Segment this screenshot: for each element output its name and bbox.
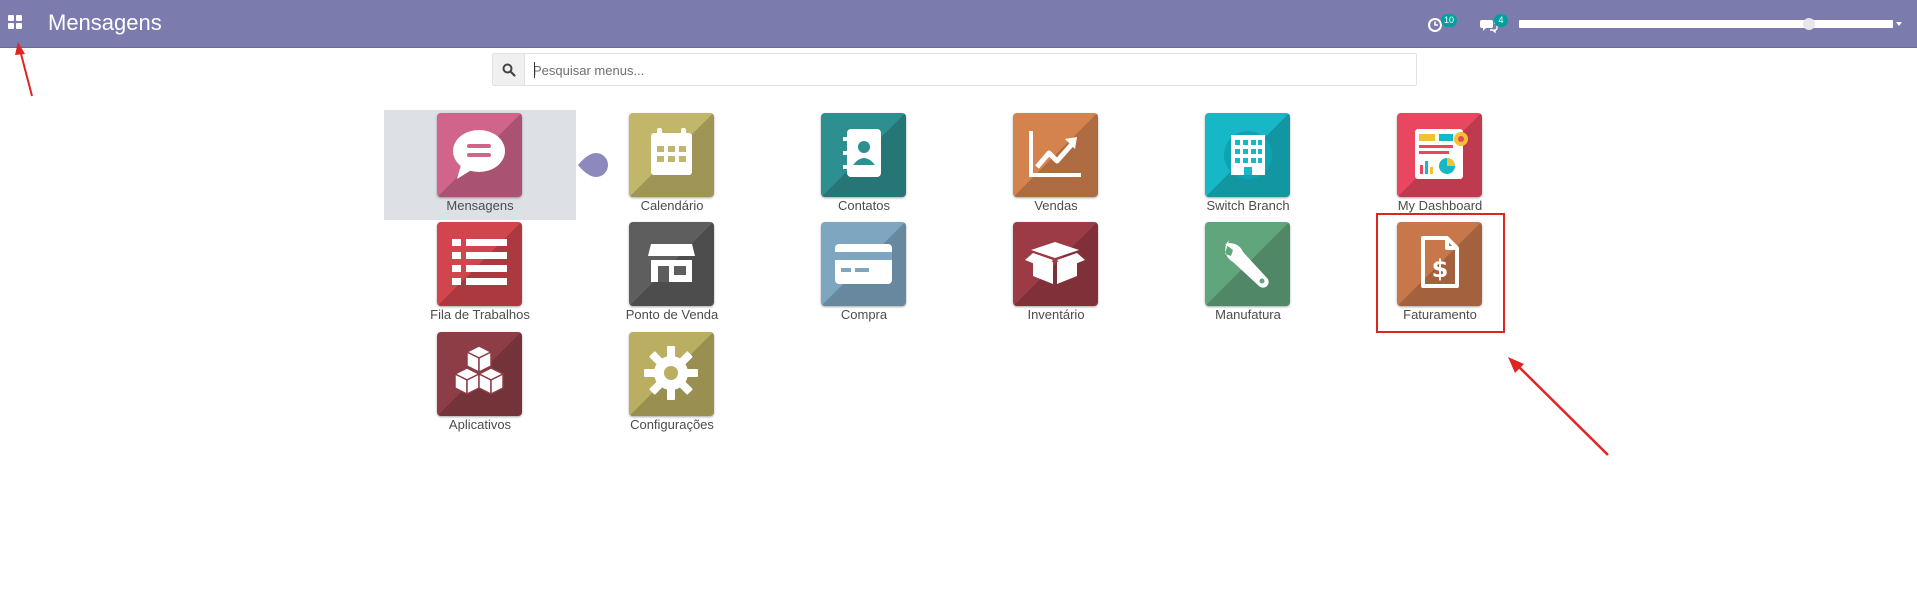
app-vendas[interactable]: Vendas: [960, 110, 1152, 220]
app-aplicativos[interactable]: Aplicativos: [384, 329, 576, 439]
list-icon: [452, 239, 507, 285]
home-menu-page: Mensagens 10 4 Pesquisar menus... Mensag…: [0, 0, 1917, 614]
app-switch-branch[interactable]: Switch Branch: [1152, 110, 1344, 220]
building-icon: [1224, 131, 1272, 179]
user-name-redacted-bar: [1519, 20, 1893, 28]
app-label: Inventário: [1027, 307, 1085, 322]
app-label: Configurações: [630, 417, 714, 432]
app-tile: [1205, 113, 1290, 197]
app-label: Compra: [840, 307, 888, 322]
user-avatar: [1803, 18, 1815, 30]
annotation-highlight-box: [1376, 213, 1505, 333]
app-mensagens[interactable]: Mensagens: [384, 110, 576, 220]
page-title: Mensagens: [48, 10, 162, 35]
app-fila-de-trabalhos[interactable]: Fila de Trabalhos: [384, 219, 576, 329]
app-tile: [437, 113, 522, 197]
activity-count-badge: 10: [1441, 14, 1458, 27]
app-inventario[interactable]: Inventário: [960, 219, 1152, 329]
app-manufatura[interactable]: Manufatura: [1152, 219, 1344, 329]
dashboard-icon: [1415, 129, 1468, 179]
activity-button[interactable]: 10: [1427, 14, 1463, 34]
app-tile: [1397, 113, 1482, 197]
search-icon: [502, 63, 516, 77]
app-calendario[interactable]: Calendário: [576, 110, 768, 220]
search-menus-box: [492, 53, 1417, 86]
app-tile: [437, 222, 522, 306]
store-icon: [648, 244, 695, 282]
app-label: Vendas: [1034, 198, 1078, 213]
chart-trend-icon: [1029, 131, 1081, 177]
credit-card-icon: [835, 244, 892, 284]
app-tile: [437, 332, 522, 416]
address-book-icon: [843, 129, 881, 177]
annotation-arrow-faturamento: [1508, 357, 1609, 456]
apps-grid-icon[interactable]: [8, 15, 26, 33]
app-tile: [1205, 222, 1290, 306]
annotation-arrow-apps: [15, 42, 33, 97]
search-button[interactable]: [493, 54, 525, 85]
app-contatos[interactable]: Contatos: [768, 110, 960, 220]
top-navbar: Mensagens 10 4: [0, 0, 1917, 48]
search-input[interactable]: [533, 60, 1393, 80]
gear-icon: [644, 346, 698, 400]
app-label: Manufatura: [1215, 307, 1281, 322]
app-label: Mensagens: [446, 198, 514, 213]
app-tile: [629, 222, 714, 306]
app-tile: [1013, 222, 1098, 306]
box-icon: [1025, 242, 1085, 284]
caret-down-icon: [1896, 22, 1902, 26]
app-label: My Dashboard: [1397, 198, 1483, 213]
user-menu-dropdown[interactable]: [1519, 17, 1904, 31]
app-label: Calendário: [640, 198, 704, 213]
app-label: Contatos: [837, 198, 891, 213]
app-tile: [821, 222, 906, 306]
wrench-icon: [1225, 240, 1269, 288]
cubes-icon: [453, 345, 505, 396]
app-label: Switch Branch: [1206, 198, 1290, 213]
app-tile: [629, 113, 714, 197]
calendar-icon: [651, 128, 692, 175]
app-tile: [1013, 113, 1098, 197]
text-cursor: [534, 62, 535, 78]
app-my-dashboard[interactable]: My Dashboard: [1344, 110, 1536, 220]
app-ponto-de-venda[interactable]: Ponto de Venda: [576, 219, 768, 329]
app-tile: [821, 113, 906, 197]
chat-bubble-icon: [453, 130, 505, 179]
app-label: Ponto de Venda: [625, 307, 719, 322]
app-tile: [629, 332, 714, 416]
app-configuracoes[interactable]: Configurações: [576, 329, 768, 439]
messages-button[interactable]: 4: [1480, 14, 1510, 34]
messages-count-badge: 4: [1494, 14, 1508, 27]
app-label: Fila de Trabalhos: [430, 307, 530, 322]
app-label: Aplicativos: [448, 417, 512, 432]
app-compra[interactable]: Compra: [768, 219, 960, 329]
